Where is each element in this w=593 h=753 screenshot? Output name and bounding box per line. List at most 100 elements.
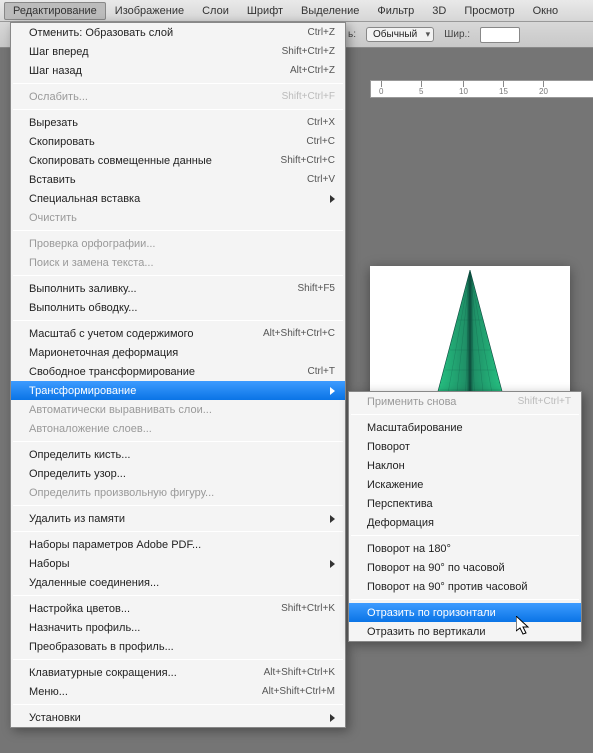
menu-item-label: Скопировать совмещенные данные	[29, 155, 212, 167]
edit-menu-item: Поиск и замена текста...	[11, 253, 345, 272]
menu-item-label: Поворот на 90° по часовой	[367, 562, 505, 574]
edit-menu-item[interactable]: Определить кисть...	[11, 445, 345, 464]
edit-menu-item[interactable]: Свободное трансформированиеCtrl+T	[11, 362, 345, 381]
edit-menu-item[interactable]: Трансформирование	[11, 381, 345, 400]
edit-menu-separator	[13, 505, 343, 506]
transform-submenu-item[interactable]: Отразить по горизонтали	[349, 603, 581, 622]
edit-menu-item[interactable]: Наборы параметров Adobe PDF...	[11, 535, 345, 554]
style-label: ь:	[348, 29, 356, 40]
edit-menu-item[interactable]: Масштаб с учетом содержимого Alt+Shift+Ct…	[11, 324, 345, 343]
edit-menu-item[interactable]: Удалить из памяти	[11, 509, 345, 528]
edit-menu-item[interactable]: Скопировать совмещенные данныеShift+Ctrl…	[11, 151, 345, 170]
menubar-item-font[interactable]: Шрифт	[238, 2, 292, 20]
menu-item-label: Применить снова	[367, 396, 456, 408]
menu-item-label: Марионеточная деформация	[29, 347, 178, 359]
menu-item-label: Свободное трансформирование	[29, 366, 195, 378]
edit-menu-item[interactable]: Выполнить обводку...	[11, 298, 345, 317]
menu-item-label: Специальная вставка	[29, 193, 140, 205]
menu-item-label: Удаленные соединения...	[29, 577, 159, 589]
ruler-tick: 0	[379, 81, 383, 96]
menu-item-label: Автоналожение слоев...	[29, 423, 152, 435]
menu-item-label: Отразить по вертикали	[367, 626, 485, 638]
menubar-item-view[interactable]: Просмотр	[455, 2, 523, 20]
menu-item-label: Трансформирование	[29, 385, 136, 397]
edit-menu-item[interactable]: Меню... Alt+Shift+Ctrl+M	[11, 682, 345, 701]
menu-item-label: Определить узор...	[29, 468, 126, 480]
menu-item-label: Настройка цветов...	[29, 603, 130, 615]
transform-submenu-item[interactable]: Масштабирование	[349, 418, 581, 437]
menu-item-label: Вырезать	[29, 117, 78, 129]
edit-menu-separator	[13, 275, 343, 276]
edit-menu-separator	[13, 109, 343, 110]
transform-submenu-item[interactable]: Наклон	[349, 456, 581, 475]
menu-item-shortcut: Shift+F5	[297, 283, 335, 294]
chevron-right-icon	[330, 515, 335, 523]
transform-submenu-item[interactable]: Деформация	[349, 513, 581, 532]
edit-menu-item[interactable]: Отменить: Образовать слойCtrl+Z	[11, 23, 345, 42]
menubar-item-3d[interactable]: 3D	[423, 2, 455, 20]
edit-menu-separator	[13, 531, 343, 532]
style-select[interactable]: Обычный	[366, 27, 434, 42]
menu-item-shortcut: Alt+Shift+Ctrl+M	[262, 686, 335, 697]
menu-item-label: Вставить	[29, 174, 76, 186]
menu-item-label: Наборы параметров Adobe PDF...	[29, 539, 201, 551]
menu-item-label: Удалить из памяти	[29, 513, 125, 525]
menubar-item-edit[interactable]: Редактирование	[4, 2, 106, 20]
menu-item-label: Скопировать	[29, 136, 95, 148]
edit-menu-item[interactable]: Настройка цветов...Shift+Ctrl+K	[11, 599, 345, 618]
menu-item-label: Шаг вперед	[29, 46, 89, 58]
transform-submenu-item[interactable]: Поворот на 90° против часовой	[349, 577, 581, 596]
menu-item-label: Очистить	[29, 212, 77, 224]
edit-menu-item[interactable]: Шаг впередShift+Ctrl+Z	[11, 42, 345, 61]
menu-item-label: Поворот на 90° против часовой	[367, 581, 528, 593]
ruler-horizontal: 0 5 10 15 20	[370, 80, 593, 98]
transform-submenu-item[interactable]: Перспектива	[349, 494, 581, 513]
menu-item-label: Выполнить обводку...	[29, 302, 137, 314]
ruler-tick: 10	[459, 81, 468, 96]
menubar-item-filter[interactable]: Фильтр	[368, 2, 423, 20]
edit-menu-item[interactable]: Шаг назадAlt+Ctrl+Z	[11, 61, 345, 80]
transform-submenu-item[interactable]: Поворот на 90° по часовой	[349, 558, 581, 577]
edit-menu-item[interactable]: Вставить Ctrl+V	[11, 170, 345, 189]
menu-item-label: Наклон	[367, 460, 405, 472]
edit-menu-item[interactable]: Преобразовать в профиль...	[11, 637, 345, 656]
menubar-item-select[interactable]: Выделение	[292, 2, 368, 20]
edit-menu-item[interactable]: Наборы	[11, 554, 345, 573]
document-artwork	[425, 270, 515, 410]
menu-item-label: Ослабить...	[29, 91, 88, 103]
transform-submenu-item[interactable]: Поворот на 180°	[349, 539, 581, 558]
edit-menu-item[interactable]: Клавиатурные сокращения...Alt+Shift+Ctrl…	[11, 663, 345, 682]
menu-item-shortcut: Ctrl+V	[307, 174, 335, 185]
edit-menu-item[interactable]: Марионеточная деформация	[11, 343, 345, 362]
transform-submenu-item[interactable]: Искажение	[349, 475, 581, 494]
edit-menu-item[interactable]: Удаленные соединения...	[11, 573, 345, 592]
edit-menu: Отменить: Образовать слойCtrl+ZШаг впере…	[10, 22, 346, 728]
menu-item-label: Меню...	[29, 686, 68, 698]
edit-menu-item[interactable]: Специальная вставка	[11, 189, 345, 208]
transform-submenu-item[interactable]: Поворот	[349, 437, 581, 456]
edit-menu-item[interactable]: СкопироватьCtrl+C	[11, 132, 345, 151]
menu-item-label: Перспектива	[367, 498, 433, 510]
edit-menu-item[interactable]: ВырезатьCtrl+X	[11, 113, 345, 132]
chevron-right-icon	[330, 195, 335, 203]
menubar-item-image[interactable]: Изображение	[106, 2, 193, 20]
menu-item-label: Масштабирование	[367, 422, 463, 434]
width-input[interactable]	[480, 27, 520, 43]
menu-item-shortcut: Alt+Shift+Ctrl+C	[263, 328, 335, 339]
edit-menu-item[interactable]: Назначить профиль...	[11, 618, 345, 637]
transform-submenu-separator	[351, 599, 579, 600]
menu-item-label: Назначить профиль...	[29, 622, 140, 634]
edit-menu-item[interactable]: Выполнить заливку...Shift+F5	[11, 279, 345, 298]
menu-item-label: Автоматически выравнивать слои...	[29, 404, 212, 416]
menubar-item-window[interactable]: Окно	[524, 2, 568, 20]
transform-submenu: Применить сноваShift+Ctrl+TМасштабирован…	[348, 391, 582, 642]
menu-item-label: Наборы	[29, 558, 70, 570]
menubar-item-layers[interactable]: Слои	[193, 2, 238, 20]
edit-menu-separator	[13, 320, 343, 321]
edit-menu-item[interactable]: Определить узор...	[11, 464, 345, 483]
menu-item-label: Масштаб с учетом содержимого	[29, 328, 194, 340]
transform-submenu-item[interactable]: Отразить по вертикали	[349, 622, 581, 641]
menu-item-label: Поворот на 180°	[367, 543, 451, 555]
edit-menu-item[interactable]: Установки	[11, 708, 345, 727]
transform-submenu-separator	[351, 535, 579, 536]
